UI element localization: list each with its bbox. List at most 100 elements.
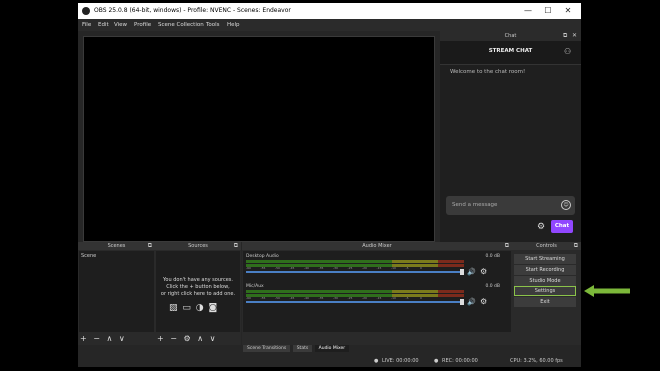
start-streaming-button[interactable]: Start Streaming <box>514 254 576 264</box>
controls-dock-header: Controls ⧉ <box>512 242 581 250</box>
maximize-button[interactable]: ☐ <box>539 5 557 17</box>
tick-label: 0 <box>420 266 422 270</box>
meter-ticks: -60 -55 -50 -45 -40 -35 -30 -25 -20 -15 -10 -5 0 <box>246 296 464 300</box>
users-icon[interactable]: ⚇ <box>564 47 571 56</box>
scenes-title: Scenes <box>107 243 126 249</box>
move-source-up-icon[interactable]: ∧ <box>197 334 203 343</box>
settings-button[interactable]: Settings <box>514 286 576 296</box>
tick-label: -15 <box>376 296 382 300</box>
audio-meter <box>246 260 464 263</box>
sources-dock-header: Sources ⧉ <box>155 242 241 250</box>
mixer-float-icon[interactable]: ⧉ <box>505 242 509 250</box>
start-recording-button[interactable]: Start Recording <box>514 265 576 275</box>
remove-scene-icon[interactable]: − <box>93 334 100 343</box>
remove-source-icon[interactable]: − <box>170 334 177 343</box>
minimize-button[interactable]: — <box>519 5 537 17</box>
channel-db: 0.0 dB <box>485 254 500 259</box>
move-scene-up-icon[interactable]: ∧ <box>107 334 113 343</box>
tick-label: -50 <box>275 296 280 300</box>
scenes-float-icon[interactable]: ⧉ <box>148 242 152 250</box>
volume-slider[interactable] <box>246 269 464 275</box>
move-scene-down-icon[interactable]: ∨ <box>119 334 125 343</box>
pointer-arrow-icon <box>584 285 630 297</box>
tab-stats[interactable]: Stats <box>292 345 313 352</box>
channel-db: 0.0 dB <box>485 284 500 289</box>
window-title: OBS 25.0.8 (64-bit, windows) - Profile: … <box>94 7 291 14</box>
add-source-icon[interactable]: + <box>157 334 164 343</box>
camera-source-icon: ◙ <box>208 303 218 313</box>
dock-close-icon[interactable]: ✕ <box>572 31 577 41</box>
sources-title: Sources <box>188 243 208 249</box>
tick-label: -55 <box>260 296 266 300</box>
close-button[interactable]: ✕ <box>559 5 577 17</box>
mixer-channel-desktop: Desktop Audio 0.0 dB -60 -55 -50 -45 -40 -35-… <box>246 254 508 278</box>
sources-empty-message: You don't have any sources. Click the + … <box>156 277 240 298</box>
mixer-body: Desktop Audio 0.0 dB -60 -55 -50 -45 -40 -35-… <box>243 251 511 332</box>
speaker-icon[interactable]: 🔊 <box>467 268 476 276</box>
title-bar: OBS 25.0.8 (64-bit, windows) - Profile: … <box>78 3 581 19</box>
exit-button[interactable]: Exit <box>514 297 576 307</box>
menu-view[interactable]: View <box>114 22 127 28</box>
tick-label: -45 <box>289 266 295 270</box>
live-time: LIVE: 00:00:00 <box>382 358 419 364</box>
bottom-dock-tabs: Scene Transitions Stats Audio Mixer <box>243 345 350 353</box>
volume-slider-handle[interactable] <box>460 299 464 305</box>
chat-dock-header: Chat ⧉ ✕ <box>440 31 581 41</box>
tab-audio-mixer[interactable]: Audio Mixer <box>314 345 350 352</box>
tick-label: -30 <box>333 296 338 300</box>
meter-ticks: -60 -55 -50 -45 -40 -35 -30 -25 -20 -15 -10 -5 0 <box>246 266 464 270</box>
mixer-title: Audio Mixer <box>362 243 392 249</box>
menu-help[interactable]: Help <box>227 22 240 28</box>
controls-float-icon[interactable]: ⧉ <box>574 242 578 250</box>
tick-label: -25 <box>347 296 353 300</box>
volume-slider-handle[interactable] <box>460 269 464 275</box>
chat-input[interactable]: Send a message ☺ <box>446 196 575 215</box>
menu-bar: File Edit View Profile Scene Collection … <box>78 19 581 31</box>
sources-list[interactable]: You don't have any sources. Click the + … <box>156 251 240 332</box>
chat-welcome-message: Welcome to the chat room! <box>450 69 526 75</box>
tick-label: -35 <box>318 266 324 270</box>
sources-dock: Sources ⧉ You don't have any sources. Cl… <box>155 242 241 345</box>
menu-edit[interactable]: Edit <box>98 22 109 28</box>
channel-settings-gear-icon[interactable]: ⚙ <box>480 267 487 276</box>
mixer-channel-mic: Mic/Aux 0.0 dB -60 -55 -50 -45 -40 -35 -30 -25-… <box>246 284 508 308</box>
menu-profile[interactable]: Profile <box>134 22 151 28</box>
scene-item[interactable]: Scene <box>81 253 96 259</box>
studio-mode-button[interactable]: Studio Mode <box>514 276 576 286</box>
rec-indicator-icon: ● <box>434 358 439 364</box>
tick-label: -60 <box>246 266 251 270</box>
source-properties-gear-icon[interactable]: ⚙ <box>184 334 191 343</box>
status-bar: ● LIVE: 00:00:00 ● REC: 00:00:00 CPU: 3.… <box>78 354 581 367</box>
tick-label: -5 <box>405 296 409 300</box>
tick-label: -10 <box>391 266 396 270</box>
stream-chat-title: STREAM CHAT <box>488 48 533 54</box>
tick-label: -20 <box>362 296 367 300</box>
tick-label: -40 <box>304 266 309 270</box>
chat-dock-title: Chat <box>504 33 517 39</box>
tick-label: -20 <box>362 266 367 270</box>
preview-canvas[interactable] <box>83 36 435 242</box>
live-indicator-icon: ● <box>374 358 379 364</box>
menu-file[interactable]: File <box>82 22 91 28</box>
scenes-list[interactable]: Scene <box>79 251 154 332</box>
menu-scene-collection[interactable]: Scene Collection <box>158 22 204 28</box>
float-icon[interactable]: ⧉ <box>563 31 567 41</box>
obs-window: OBS 25.0.8 (64-bit, windows) - Profile: … <box>78 3 581 367</box>
sources-empty-line1: You don't have any sources. <box>163 277 233 283</box>
menu-tools[interactable]: Tools <box>206 22 220 28</box>
add-scene-icon[interactable]: + <box>80 334 87 343</box>
move-source-down-icon[interactable]: ∨ <box>210 334 216 343</box>
chat-send-button[interactable]: Chat <box>551 220 573 233</box>
tab-scene-transitions[interactable]: Scene Transitions <box>243 345 291 352</box>
volume-slider[interactable] <box>246 299 464 305</box>
speaker-icon[interactable]: 🔊 <box>467 298 476 306</box>
channel-settings-gear-icon[interactable]: ⚙ <box>480 297 487 306</box>
emote-icon[interactable]: ☺ <box>561 200 571 210</box>
chat-input-placeholder: Send a message <box>452 202 498 208</box>
controls-title: Controls <box>536 243 557 249</box>
obs-logo-icon <box>82 7 90 15</box>
sources-float-icon[interactable]: ⧉ <box>234 242 238 250</box>
chat-settings-gear-icon[interactable]: ⚙ <box>537 222 545 232</box>
scenes-dock-header: Scenes ⧉ <box>78 242 155 250</box>
tick-label: -15 <box>376 266 382 270</box>
